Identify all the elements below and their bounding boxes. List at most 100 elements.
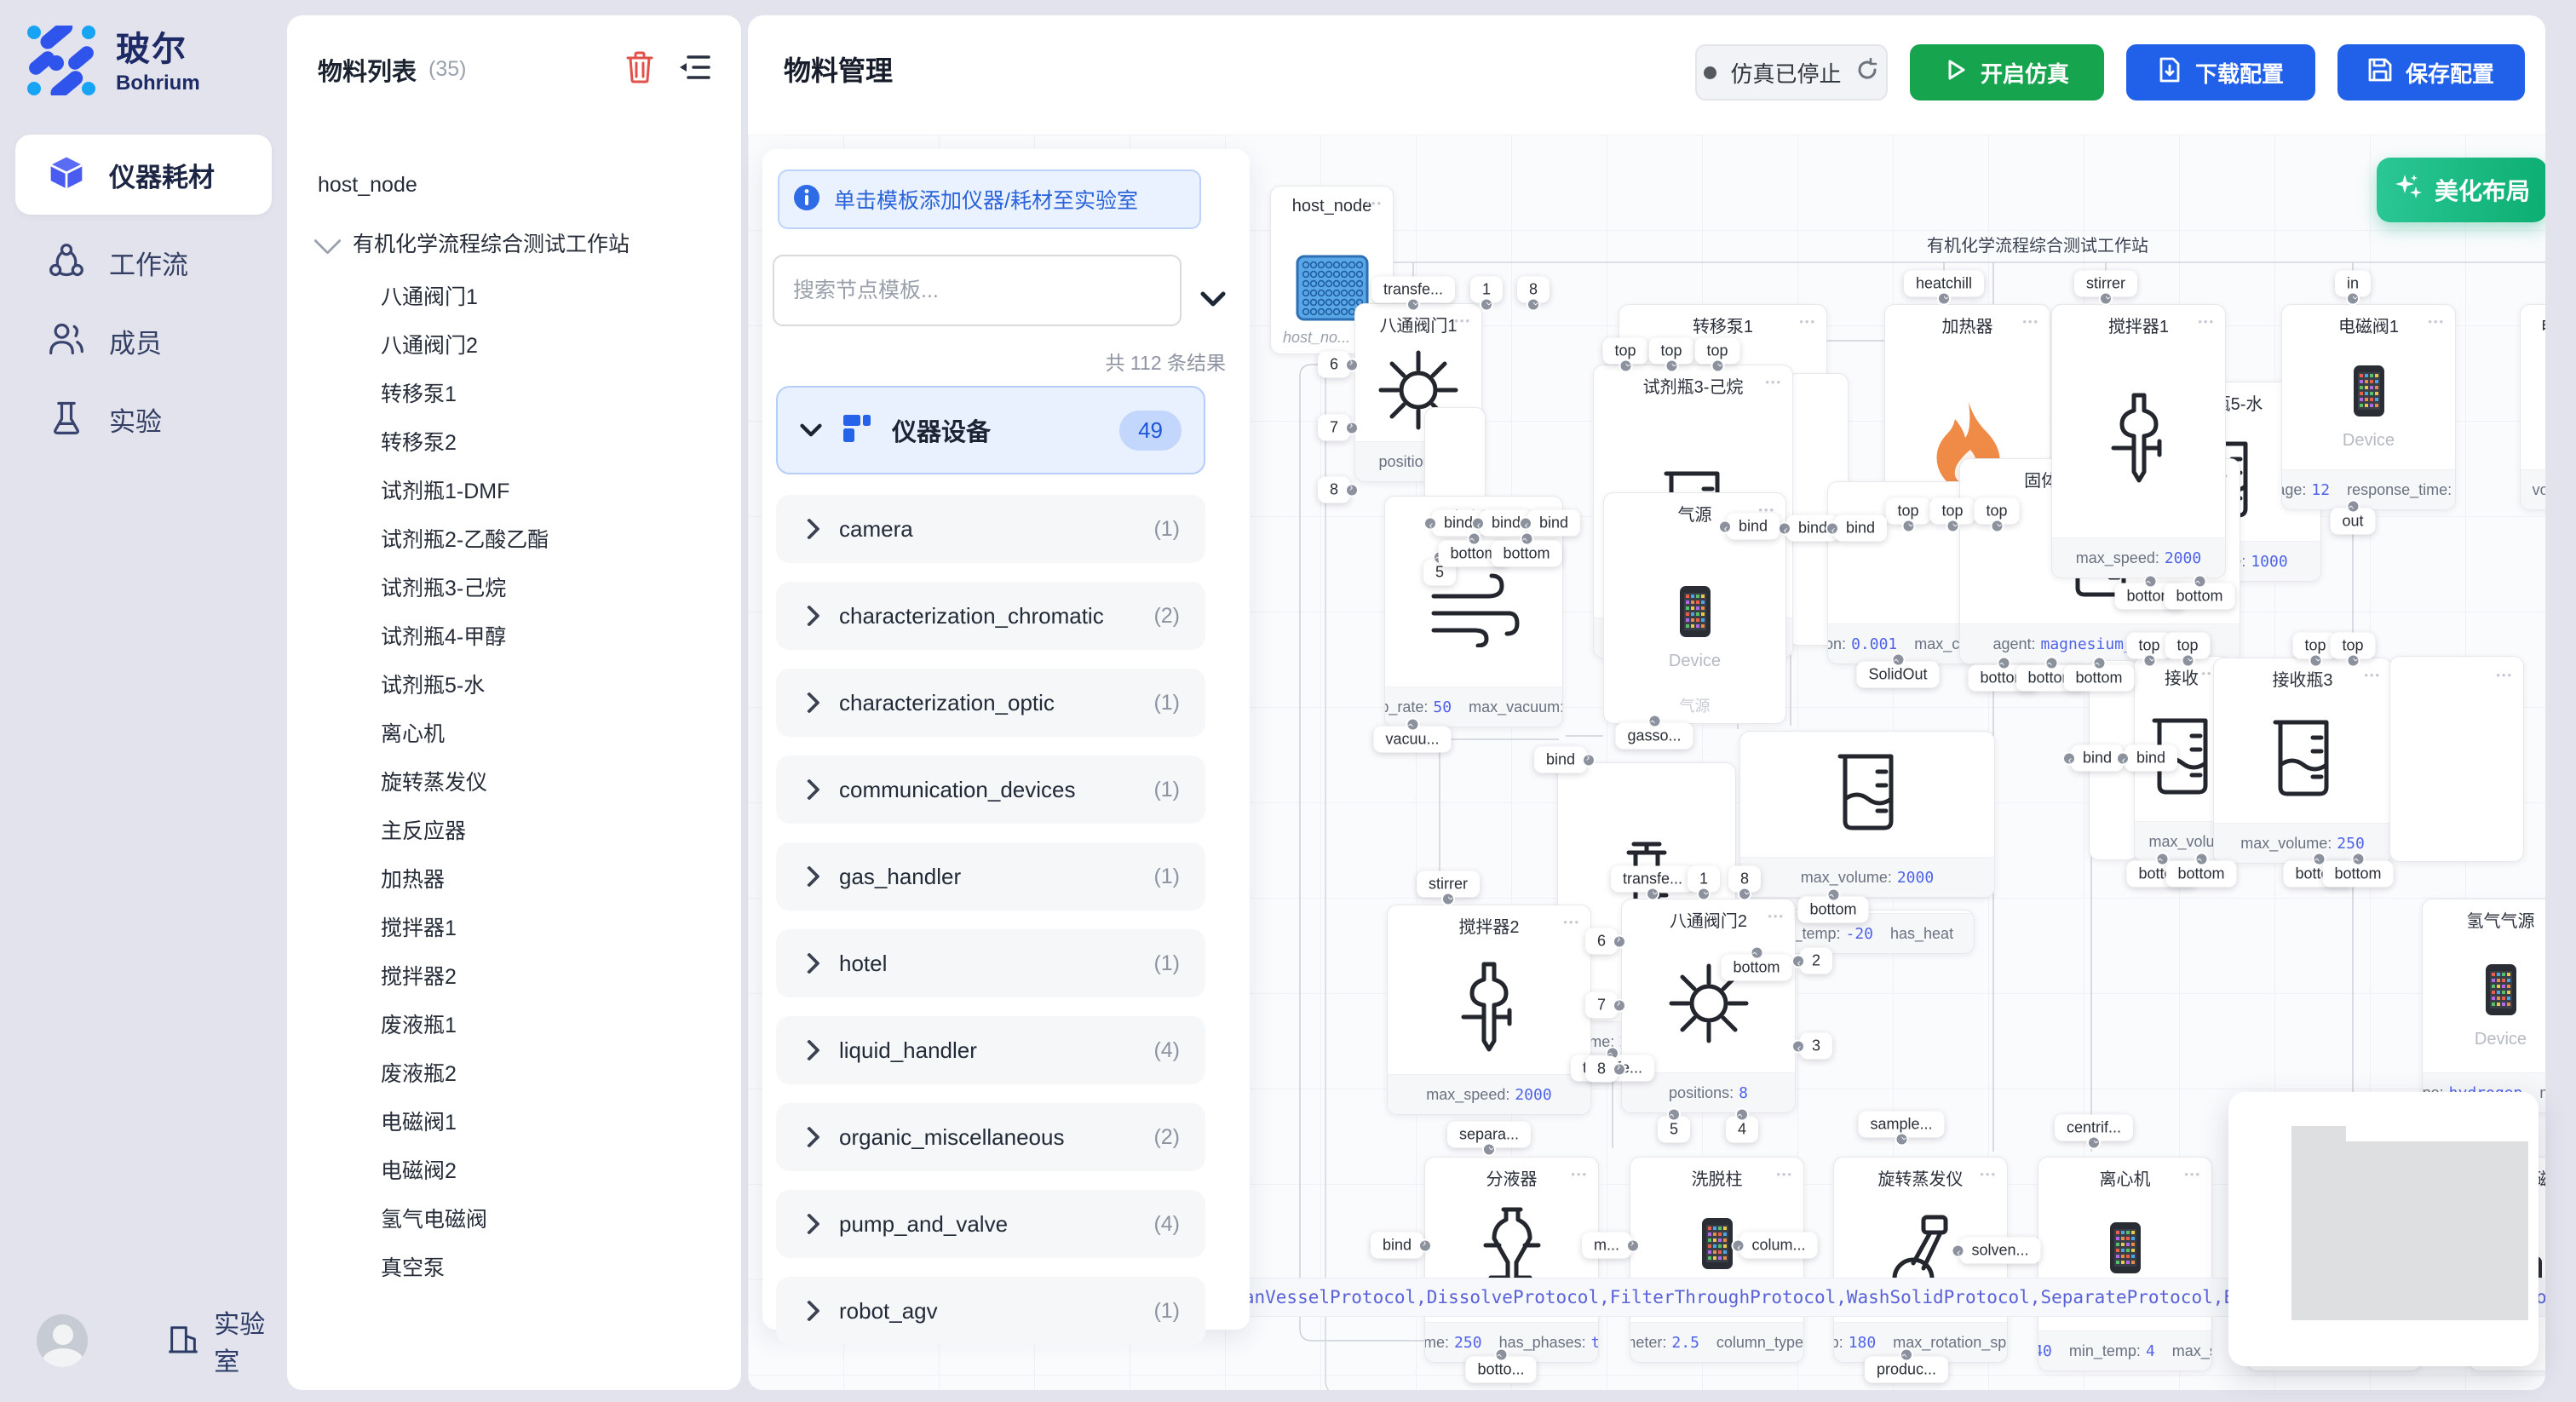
port-dot-icon[interactable] [1718, 520, 1732, 533]
port-dot-icon[interactable] [2087, 1136, 2101, 1150]
node-menu-icon[interactable]: ••• [1454, 314, 1471, 327]
port-dot-icon[interactable] [1738, 888, 1751, 901]
port-dot-icon[interactable] [1900, 1348, 1913, 1362]
canvas-node-分液器[interactable]: 分液器•••volume:250has_phases:true [1424, 1157, 1599, 1363]
port-pill-bottom[interactable]: bottom [1721, 955, 1791, 981]
tree-item[interactable]: 转移泵2 [287, 417, 734, 465]
port-pill-bind[interactable]: bind [1527, 510, 1580, 537]
chevron-down-icon[interactable] [1200, 290, 1226, 313]
port-pill-top[interactable]: top [1602, 338, 1647, 365]
port-dot-icon[interactable] [1441, 893, 1455, 906]
port-pill-gasso[interactable]: gasso... [1615, 723, 1693, 750]
port-pill-3[interactable]: 3 [1800, 1033, 1832, 1060]
template-category-row[interactable]: camera(1) [776, 495, 1205, 563]
tree-item[interactable]: 试剂瓶4-甲醇 [287, 611, 734, 659]
port-dot-icon[interactable] [1519, 516, 1532, 530]
tree-item[interactable]: 试剂瓶5-水 [287, 659, 734, 708]
port-dot-icon[interactable] [2351, 853, 2365, 866]
template-category-row[interactable]: organic_miscellaneous(2) [776, 1103, 1205, 1171]
template-category-row[interactable]: communication_devices(1) [776, 756, 1205, 824]
save-config-button[interactable]: 保存配置 [2337, 44, 2525, 101]
trash-icon[interactable] [625, 51, 654, 88]
tree-item[interactable]: 氢气电磁阀 [287, 1193, 734, 1242]
port-pill-sample[interactable]: sample... [1858, 1112, 1944, 1138]
port-pill-top[interactable]: top [1885, 498, 1930, 525]
template-category-row[interactable]: robot_agv(1) [776, 1277, 1205, 1345]
tree-item[interactable]: 八通阀门2 [287, 319, 734, 368]
tree-item[interactable]: 电磁阀1 [287, 1096, 734, 1145]
port-pill-bottom[interactable]: bottom [2322, 861, 2393, 888]
port-pill-bottom[interactable]: bottom [2063, 665, 2134, 692]
port-dot-icon[interactable] [2143, 575, 2157, 589]
port-dot-icon[interactable] [1467, 532, 1481, 546]
tree-item[interactable]: 试剂瓶3-己烷 [287, 562, 734, 611]
port-pill-heatchill[interactable]: heatchill [1904, 271, 1984, 297]
port-pill-top[interactable]: top [2330, 633, 2375, 659]
port-pill-1[interactable]: 1 [1470, 277, 1503, 303]
port-dot-icon[interactable] [1951, 1244, 1964, 1257]
port-dot-icon[interactable] [1613, 998, 1626, 1012]
port-dot-icon[interactable] [1646, 888, 1659, 901]
tree-item[interactable]: 试剂瓶1-DMF [287, 465, 734, 514]
port-dot-icon[interactable] [1946, 520, 1959, 533]
port-pill-2[interactable]: 2 [1800, 948, 1832, 974]
port-pill-bottom[interactable]: bottom [1491, 541, 1561, 567]
port-dot-icon[interactable] [1791, 1039, 1805, 1053]
template-category-row[interactable]: gas_handler(1) [776, 842, 1205, 911]
tree-item[interactable]: 离心机 [287, 708, 734, 756]
category-instruments[interactable]: 仪器设备 49 [776, 386, 1205, 474]
port-dot-icon[interactable] [1735, 1108, 1749, 1122]
port-pill-top[interactable]: top [1694, 338, 1739, 365]
template-category-row[interactable]: pump_and_valve(4) [776, 1190, 1205, 1258]
node-menu-icon[interactable]: ••• [2428, 315, 2445, 328]
port-pill-produc[interactable]: produc... [1865, 1357, 1948, 1383]
search-input[interactable] [773, 255, 1182, 326]
port-dot-icon[interactable] [1406, 718, 1419, 732]
tree-item[interactable]: 废液瓶2 [287, 1048, 734, 1096]
port-pill-8[interactable]: 8 [1318, 477, 1350, 503]
port-pill-bottom[interactable]: bottom [1797, 897, 1868, 923]
port-pill-botto[interactable]: botto... [1465, 1357, 1536, 1383]
port-dot-icon[interactable] [1482, 1143, 1496, 1157]
port-pill-m[interactable]: m... [1582, 1232, 1631, 1259]
node-menu-icon[interactable]: ••• [1799, 315, 1816, 328]
port-pill-stirrer[interactable]: stirrer [2074, 271, 2137, 297]
port-dot-icon[interactable] [1471, 516, 1485, 530]
canvas-node-搅拌器2[interactable]: 搅拌器2•••max_speed:2000 [1387, 905, 1591, 1115]
port-dot-icon[interactable] [2044, 657, 2058, 670]
template-category-row[interactable]: characterization_chromatic(2) [776, 582, 1205, 650]
port-dot-icon[interactable] [1647, 715, 1661, 728]
tree-item[interactable]: 真空泵 [287, 1242, 734, 1290]
port-pill-bind[interactable]: bind [2125, 745, 2177, 772]
port-dot-icon[interactable] [2181, 654, 2194, 668]
port-pill-8[interactable]: 8 [1728, 866, 1761, 893]
template-category-row[interactable]: liquid_handler(4) [776, 1016, 1205, 1084]
port-pill-top[interactable]: top [1648, 338, 1693, 365]
port-dot-icon[interactable] [1480, 298, 1493, 312]
port-dot-icon[interactable] [2346, 500, 2360, 514]
port-dot-icon[interactable] [2193, 575, 2206, 589]
node-menu-icon[interactable]: ••• [1571, 1168, 1588, 1181]
port-pill-transfe[interactable]: transfe... [1611, 866, 1694, 893]
port-dot-icon[interactable] [1619, 359, 1632, 373]
port-dot-icon[interactable] [1520, 532, 1533, 546]
beautify-layout-button[interactable]: 美化布局 [2377, 158, 2545, 222]
port-dot-icon[interactable] [1778, 521, 1791, 535]
port-pill-out[interactable]: out [2330, 509, 2375, 535]
port-pill-8[interactable]: 8 [1585, 1056, 1618, 1083]
port-pill-8[interactable]: 8 [1517, 277, 1550, 303]
canvas-node-电磁阀2[interactable]: 电磁阀2•••voltage:12 [2520, 304, 2545, 510]
canvas-node-搅拌器1[interactable]: 搅拌器1•••max_speed:2000 [2051, 304, 2226, 578]
port-pill-bind[interactable]: bind [1534, 747, 1587, 773]
port-dot-icon[interactable] [1895, 1133, 1908, 1146]
tree-item[interactable]: 试剂瓶2-乙酸乙酯 [287, 514, 734, 562]
port-dot-icon[interactable] [1423, 516, 1437, 530]
avatar[interactable] [37, 1314, 88, 1367]
port-pill-transfe[interactable]: transfe... [1371, 277, 1455, 303]
port-pill-4[interactable]: 4 [1726, 1117, 1758, 1143]
port-pill-bind[interactable]: bind [1371, 1232, 1423, 1259]
port-pill-bottom[interactable]: bottom [2164, 583, 2234, 610]
port-pill-colum[interactable]: colum... [1739, 1232, 1817, 1259]
port-pill-top[interactable]: top [2165, 633, 2210, 659]
canvas-node-离心机[interactable]: 离心机•••Devicep:40min_temp:4max_spe [2038, 1157, 2212, 1371]
